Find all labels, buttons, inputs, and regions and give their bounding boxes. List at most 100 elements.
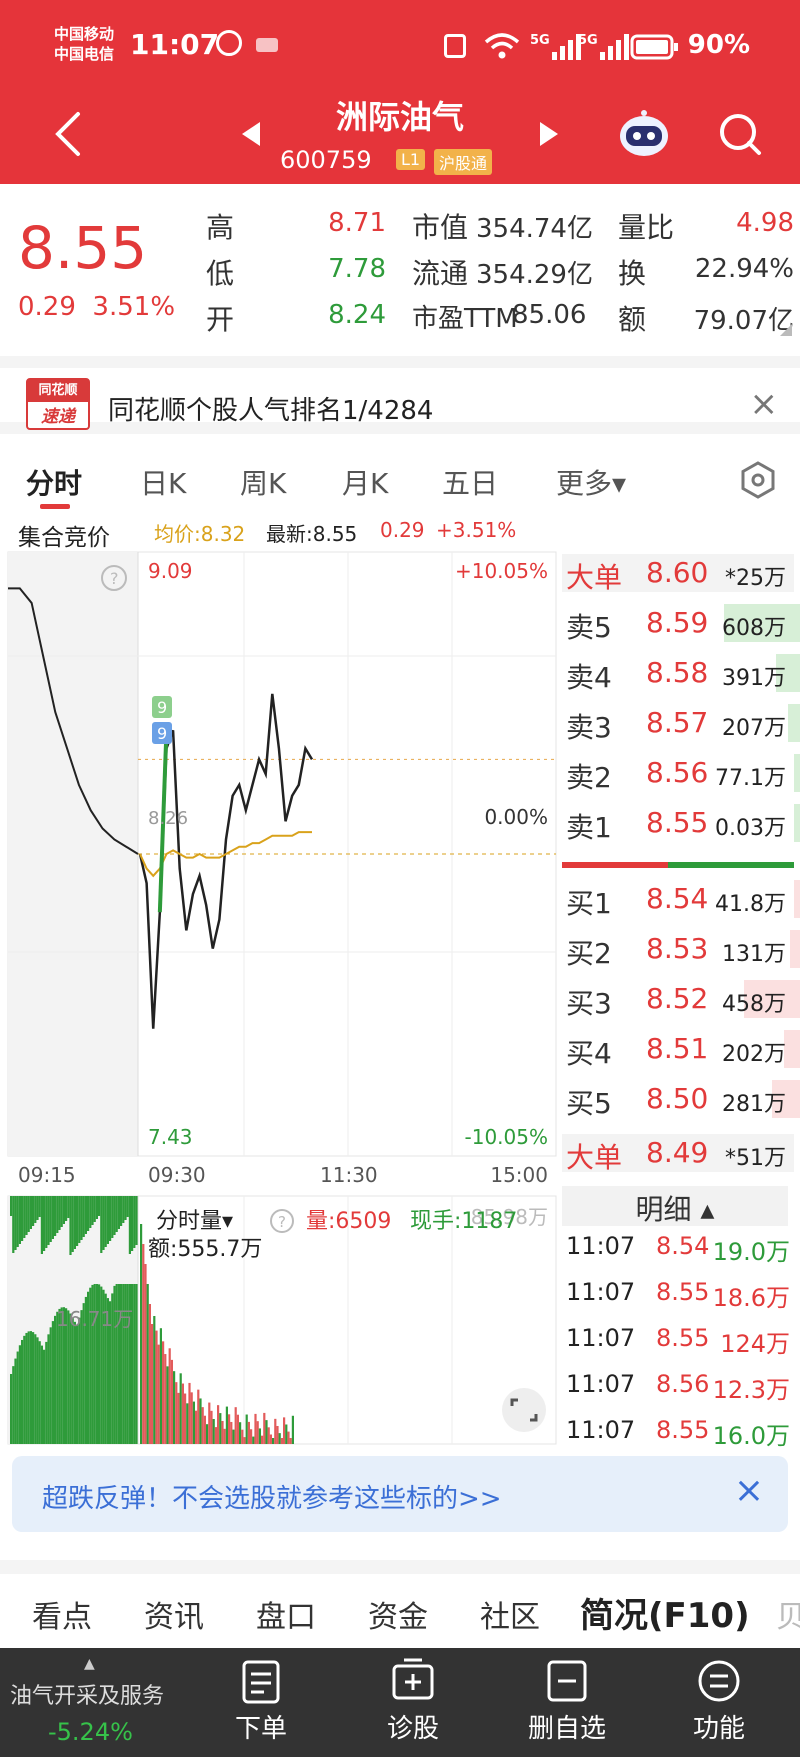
tab-more[interactable]: 更多▾ <box>556 462 626 502</box>
turnover-label: 换 <box>618 257 647 290</box>
high-value: 8.71 <box>328 208 386 238</box>
volume-bar <box>274 1418 277 1444</box>
tab-finance-partial[interactable]: 贝 <box>776 1592 800 1636</box>
nav-remove-watchlist[interactable]: 删自选 <box>512 1656 622 1745</box>
volume-bar <box>225 1406 228 1444</box>
search-icon[interactable] <box>716 110 764 158</box>
auction-volume-bar <box>21 1339 24 1444</box>
x-label-1130: 11:30 <box>320 1163 378 1187</box>
vibrate-icon <box>444 34 466 58</box>
auction-volume-top-bar <box>111 1196 114 1238</box>
bottom-nav: ▲ 油气开采及服务 -5.24% 下单 诊股 删自选 功能 <box>0 1648 800 1757</box>
volume-bar <box>256 1421 259 1444</box>
auction-volume-bar <box>45 1341 48 1444</box>
ask-row-2[interactable]: 卖2 8.56 77.1万 <box>562 750 800 796</box>
nav-functions[interactable]: 功能 <box>664 1656 774 1745</box>
nav-order-label: 下单 <box>234 1714 287 1744</box>
tick-volume: 19.0万 <box>712 1238 790 1266</box>
volume-bar <box>221 1420 224 1444</box>
bid-row-4[interactable]: 买4 8.51 202万 <box>562 1026 800 1072</box>
detail-header[interactable]: 明细 ▴ <box>562 1186 788 1226</box>
ask-row-5-volume: 608万 <box>722 616 786 641</box>
auction-volume-top-bar <box>104 1196 107 1247</box>
volume-bar <box>157 1344 160 1444</box>
auction-volume-top-bar <box>43 1196 46 1251</box>
auction-volume-top-bar <box>27 1196 30 1232</box>
tick-time: 11:07 <box>566 1324 636 1352</box>
robot-assistant-icon[interactable] <box>616 108 672 158</box>
battery-icon <box>630 34 678 60</box>
auction-volume-top-bar <box>38 1196 41 1217</box>
volume-bar <box>217 1405 220 1444</box>
volume-bar <box>232 1429 235 1444</box>
ask-row-1[interactable]: 卖1 8.55 0.03万 <box>562 800 800 846</box>
auction-volume-top-bar <box>32 1196 35 1226</box>
volume-bar <box>287 1431 290 1444</box>
intraday-chart[interactable]: 9 9 ? 9.09 7.43 +10.05% 0.00% -10.05% 8.2… <box>0 548 560 1448</box>
app-header: 中国移动 中国电信 11:07 5G 5G 90% 洲际油气 600759 L1… <box>0 0 800 184</box>
change-value: 0.29 <box>18 292 76 322</box>
logo-bottom-text: 速递 <box>41 407 75 427</box>
auction-volume-top-bar <box>65 1196 68 1221</box>
volume-title[interactable]: 分时量▾ <box>156 1209 233 1234</box>
bid-row-3[interactable]: 买3 8.52 458万 <box>562 976 800 1022</box>
tab-orderbook[interactable]: 盘口 <box>256 1592 316 1636</box>
promo-text[interactable]: 超跌反弹！不会选股就参考这些标的>> <box>42 1478 502 1515</box>
sector-name[interactable]: 油气开采及服务 <box>10 1678 164 1710</box>
tab-weekly-k[interactable]: 周K <box>240 462 286 502</box>
svg-text:5G: 5G <box>578 33 598 48</box>
auction-volume-top-bar <box>109 1196 112 1241</box>
rank-text: 同花顺个股人气排名1/4284 <box>108 396 434 426</box>
tick-row: 11:07 8.55 124万 <box>566 1318 796 1358</box>
tab-highlights[interactable]: 看点 <box>32 1592 92 1636</box>
expand-corner-icon[interactable] <box>780 324 792 336</box>
tab-intraday[interactable]: 分时 <box>26 462 82 502</box>
stock-code: 600759 <box>280 146 372 174</box>
tab-f10[interactable]: 简况(F10) <box>580 1588 750 1637</box>
promo-close-icon[interactable]: × <box>734 1470 764 1511</box>
nav-order[interactable]: 下单 <box>206 1656 316 1745</box>
ask-row-5-label: 卖5 <box>566 611 612 644</box>
open-value: 8.24 <box>328 300 386 330</box>
auction-volume-bar <box>34 1334 37 1444</box>
volume-bar <box>228 1414 231 1444</box>
amount-label: 额 <box>618 303 647 336</box>
price-change: 0.29 3.51% <box>18 292 175 322</box>
auction-volume-bar <box>12 1366 15 1444</box>
ask-row-5[interactable]: 卖5 8.59 608万 <box>562 600 800 646</box>
expand-up-icon[interactable]: ▲ <box>84 1656 95 1672</box>
svg-text:?: ? <box>110 569 119 588</box>
tab-monthly-k[interactable]: 月K <box>342 462 388 502</box>
volume-bar <box>239 1422 242 1444</box>
bid-row-2[interactable]: 买2 8.53 131万 <box>562 926 800 972</box>
auction-volume-top-bar <box>47 1196 50 1245</box>
signal-icon-1: 5G <box>530 33 581 60</box>
volume-bar <box>173 1371 176 1444</box>
promo-banner[interactable]: 超跌反弹！不会选股就参考这些标的>> × <box>12 1456 788 1532</box>
ask-row-3[interactable]: 卖3 8.57 207万 <box>562 700 800 746</box>
fullscreen-icon[interactable] <box>502 1388 546 1432</box>
tab-news[interactable]: 资讯 <box>144 1592 204 1636</box>
x-label-1500: 15:00 <box>490 1163 548 1187</box>
popularity-rank-banner[interactable]: 同花顺 速递 同花顺个股人气排名1/4284 × <box>0 356 800 434</box>
tab-community[interactable]: 社区 <box>480 1592 540 1636</box>
tab-funds[interactable]: 资金 <box>368 1592 428 1636</box>
bid-row-5-volume: 281万 <box>722 1092 786 1117</box>
nav-diagnose[interactable]: 诊股 <box>358 1656 468 1745</box>
auction-volume-top-bar <box>60 1196 63 1227</box>
auction-volume-bar <box>71 1317 74 1444</box>
ask-row-4[interactable]: 卖4 8.58 391万 <box>562 650 800 696</box>
big-sell-row[interactable]: 大单 8.60 *25万 <box>562 550 800 596</box>
close-icon[interactable]: × <box>750 384 779 424</box>
bid-row-5[interactable]: 买5 8.50 281万 <box>562 1076 800 1122</box>
auction-volume-top-bar <box>56 1196 59 1233</box>
bid-row-1[interactable]: 买1 8.54 41.8万 <box>562 876 800 922</box>
volratio-value: 4.98 <box>736 208 794 238</box>
auction-volume-bar <box>16 1351 19 1444</box>
summary-change-pct: +3.51% <box>436 518 517 542</box>
tab-five-day[interactable]: 五日 <box>442 462 498 502</box>
tab-daily-k[interactable]: 日K <box>140 462 186 502</box>
settings-hexagon-icon[interactable] <box>738 460 778 500</box>
next-stock-icon[interactable] <box>538 120 560 148</box>
big-buy-row[interactable]: 大单 8.49 *51万 <box>562 1130 800 1176</box>
